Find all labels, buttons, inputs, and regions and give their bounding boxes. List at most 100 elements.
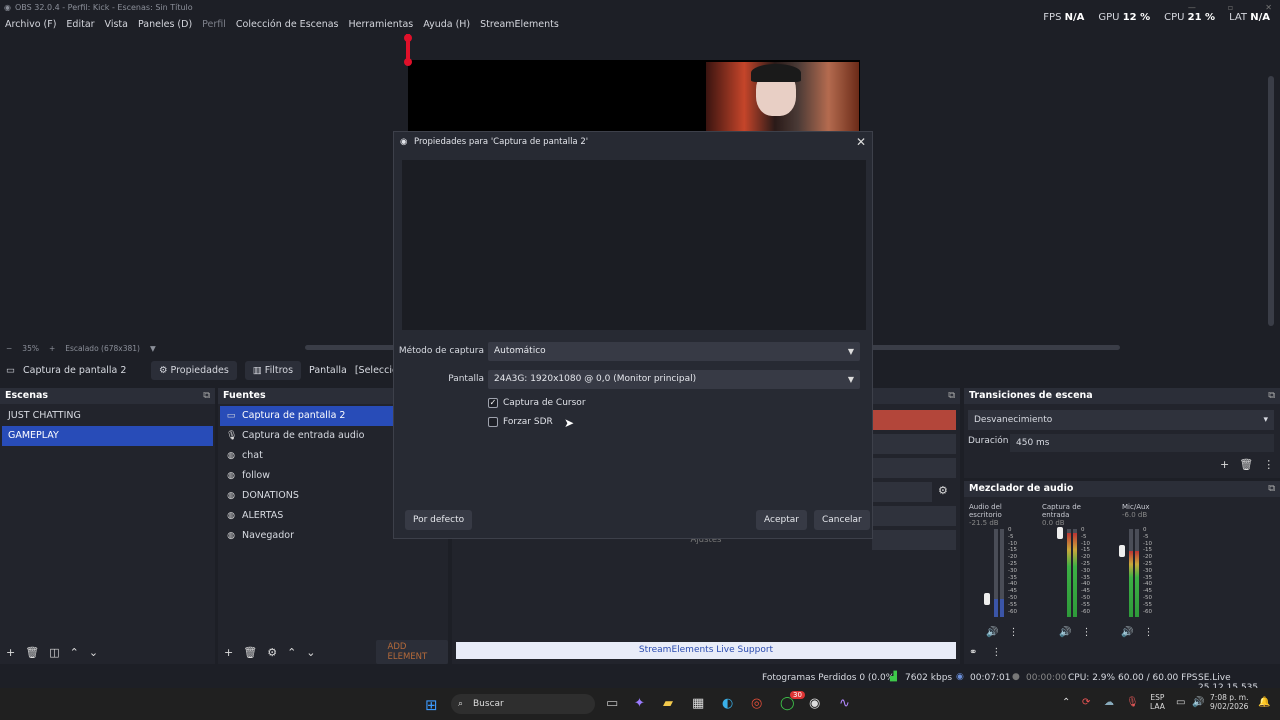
more-icon[interactable]: ⋮	[991, 647, 1001, 658]
filters-button[interactable]: ▥ Filtros	[244, 360, 302, 380]
display-select[interactable]: 24A3G: 1920x1080 @ 0,0 (Monitor principa…	[488, 370, 860, 389]
menu-ayuda[interactable]: Ayuda (H)	[423, 19, 470, 30]
move-up-icon[interactable]: ⌃	[70, 646, 79, 659]
audio-meter	[1067, 529, 1071, 617]
cancel-button[interactable]: Cancelar	[814, 510, 870, 530]
control-button[interactable]	[872, 434, 956, 454]
support-button[interactable]: StreamElements Live Support	[456, 642, 956, 659]
scale-label: Escalado (678x381)	[65, 343, 140, 353]
close-icon[interactable]: ✕	[856, 132, 866, 152]
edge-icon[interactable]: ◐	[722, 696, 733, 711]
chrome-icon[interactable]: ◎	[751, 696, 762, 711]
clock[interactable]: 7:08 p. m. 9/02/2026	[1210, 693, 1248, 711]
language-indicator[interactable]: ESP LAA	[1150, 693, 1165, 711]
defaults-button[interactable]: Por defecto	[405, 510, 473, 530]
checkbox-checked[interactable]: ✓	[488, 398, 498, 408]
windows-start-icon[interactable]: ⊞	[425, 696, 438, 714]
capture-cursor-checkbox[interactable]: ✓ Captura de Cursor	[488, 398, 586, 408]
more-icon[interactable]: ⋮	[1263, 458, 1274, 471]
audio-meter	[994, 529, 998, 617]
monitor-icon: ▭	[6, 364, 15, 376]
search-icon: ⌕	[458, 699, 464, 709]
transitions-title: Transiciones de escena	[969, 390, 1093, 401]
duration-input[interactable]: 450 ms	[1010, 434, 1274, 452]
scene-item[interactable]: JUST CHATTING	[2, 406, 213, 426]
menu-perfil[interactable]: Perfil	[202, 19, 226, 30]
add-element-button[interactable]: ADD ELEMENT	[375, 640, 448, 664]
volume-slider-handle[interactable]	[984, 593, 990, 605]
speaker-icon[interactable]: 🔊	[1059, 627, 1071, 638]
add-icon[interactable]: +	[6, 646, 15, 659]
move-down-icon[interactable]: ⌄	[89, 646, 98, 659]
link-icon[interactable]: ⚭	[969, 647, 977, 658]
folder-icon[interactable]: ▰	[663, 696, 673, 711]
mixer-channel: Audio del escritorio -21.5 dB	[969, 503, 1002, 527]
network-icon[interactable]: ▭	[1176, 697, 1185, 708]
audio-meter-fill	[1135, 551, 1139, 617]
tray-mic-icon[interactable]: 🎙	[1126, 697, 1139, 708]
popout-icon[interactable]: ⧉	[1268, 481, 1275, 497]
store-icon[interactable]: ▦	[692, 696, 704, 711]
notifications-icon[interactable]: 🔔	[1258, 697, 1270, 708]
chevron-down-icon[interactable]: ▼	[150, 344, 156, 353]
add-icon[interactable]: +	[224, 646, 233, 659]
app-icon[interactable]: ∿	[839, 696, 850, 711]
audio-meter-fill	[1129, 551, 1133, 617]
properties-button[interactable]: ⚙ Propiedades	[150, 360, 237, 380]
transition-select[interactable]: Desvanecimiento ▾	[968, 410, 1274, 430]
force-sdr-checkbox[interactable]: Forzar SDR	[488, 417, 553, 427]
menu-editar[interactable]: Editar	[66, 19, 94, 30]
tray-app-icon[interactable]: ⟳	[1082, 697, 1090, 708]
gear-icon[interactable]: ⚙	[938, 484, 948, 497]
gear-icon[interactable]: ⚙	[267, 646, 277, 659]
menu-archivo[interactable]: Archivo (F)	[5, 19, 56, 30]
task-view-icon[interactable]: ▭	[606, 696, 618, 711]
obs-taskbar-icon[interactable]: ◉	[809, 696, 820, 711]
menu-streamelements[interactable]: StreamElements	[480, 19, 559, 30]
control-button[interactable]	[872, 482, 932, 502]
chevron-down-icon: ▾	[1263, 415, 1268, 425]
start-streaming-button[interactable]	[872, 410, 956, 430]
control-button[interactable]	[872, 506, 956, 526]
move-up-icon[interactable]: ⌃	[287, 646, 296, 659]
trash-icon[interactable]: 🗑	[243, 646, 257, 659]
globe-icon: ◍	[227, 531, 235, 541]
taskbar: ⊞ ⌕ Buscar ▭ ✦ ▰ ▦ ◐ ◎ ◯ 30 ◉ ∿ ⌃ ⟳ ☁ 🎙 E…	[0, 688, 1280, 720]
tray-cloud-icon[interactable]: ☁	[1104, 697, 1114, 708]
more-icon[interactable]: ⋮	[1008, 627, 1018, 638]
add-icon[interactable]: +	[1220, 458, 1229, 471]
preview-vertical-scrollbar[interactable]	[1268, 76, 1274, 326]
volume-icon[interactable]: 🔊	[1192, 697, 1204, 708]
menu-coleccion[interactable]: Colección de Escenas	[236, 19, 339, 30]
volume-slider-handle[interactable]	[1057, 527, 1063, 539]
volume-slider-handle[interactable]	[1119, 545, 1125, 557]
control-button[interactable]	[872, 458, 956, 478]
filter-icon[interactable]: ◫	[49, 646, 59, 659]
speaker-icon[interactable]: 🔊	[1121, 627, 1133, 638]
rotation-handle[interactable]	[404, 34, 412, 66]
trash-icon[interactable]: 🗑	[1239, 458, 1253, 471]
duration-label: Duración	[968, 436, 1009, 446]
taskbar-search[interactable]: ⌕ Buscar	[451, 694, 595, 714]
trash-icon[interactable]: 🗑	[25, 646, 39, 659]
accept-button[interactable]: Aceptar	[756, 510, 807, 530]
speaker-icon[interactable]: 🔊	[986, 627, 998, 638]
checkbox-unchecked[interactable]	[488, 417, 498, 427]
menu-paneles[interactable]: Paneles (D)	[138, 19, 192, 30]
popout-icon[interactable]: ⧉	[1268, 388, 1275, 404]
popout-icon[interactable]: ⧉	[203, 388, 210, 404]
capture-method-select[interactable]: Automático ▼	[488, 342, 860, 361]
tray-chevron-icon[interactable]: ⌃	[1062, 697, 1070, 708]
menu-herramientas[interactable]: Herramientas	[349, 19, 414, 30]
more-icon[interactable]: ⋮	[1081, 627, 1091, 638]
menu-vista[interactable]: Vista	[105, 19, 128, 30]
scene-item-selected[interactable]: GAMEPLAY	[2, 426, 213, 446]
zoom-in-button[interactable]: +	[49, 344, 55, 353]
popout-icon[interactable]: ⧉	[948, 388, 955, 404]
more-icon[interactable]: ⋮	[1143, 627, 1153, 638]
copilot-icon[interactable]: ✦	[634, 696, 645, 711]
move-down-icon[interactable]: ⌄	[306, 646, 315, 659]
mouse-cursor-icon: ➤	[564, 416, 575, 430]
zoom-out-button[interactable]: −	[6, 344, 12, 353]
record-icon: ●	[1012, 672, 1020, 682]
